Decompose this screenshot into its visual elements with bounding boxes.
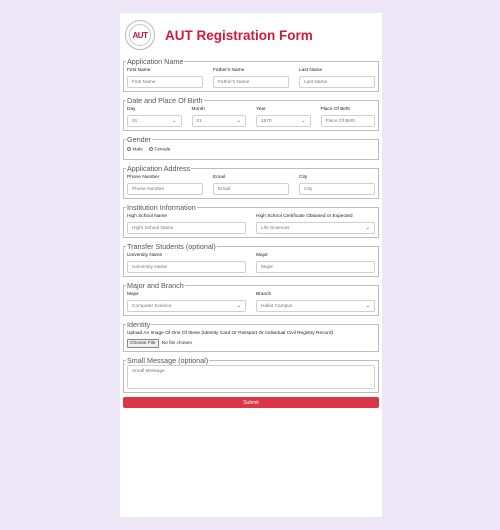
chevron-down-icon: ⌄ [236,118,241,124]
address-section: Application Address Phone Number Phone N… [123,164,379,199]
fathers-name-label: Father's Name [213,68,245,73]
transfer-section: Transfer Students (optional) University … [123,242,379,277]
section-legend: Application Address [127,164,191,173]
university-label: University Name [127,253,163,258]
month-select[interactable]: 01 ⌄ [191,115,246,127]
section-legend: Major and Branch [127,281,184,290]
section-legend: Transfer Students (optional) [127,242,216,251]
certificate-label: High School Certificate Obtained or Expe… [256,214,353,219]
chevron-down-icon: ⌄ [365,303,370,309]
certificate-value: Life Sciences [261,225,290,231]
logo-seal: AUT [129,24,151,46]
section-legend: Small Message (optional) [127,356,209,365]
section-legend: Application Name [127,57,184,66]
fathers-name-input[interactable]: Father's Name [213,76,289,88]
section-legend: Date and Place Of Birth [127,96,203,105]
day-select[interactable]: 01 ⌄ [127,115,182,127]
birth-section: Date and Place Of Birth Day 01 ⌄ Month 01… [123,96,379,131]
radio-icon[interactable] [148,147,153,152]
file-status: No file chosen [161,341,193,346]
major-label: Major [127,292,139,297]
day-value: 01 [132,118,138,124]
first-name-input[interactable]: First Name [127,76,203,88]
gender-option-male[interactable]: Male [127,147,143,153]
branch-select[interactable]: Hallat Campus ⌄ [256,300,375,312]
university-logo: AUT [125,20,155,50]
month-value: 01 [196,118,202,124]
radio-icon[interactable] [127,147,131,152]
transfer-major-input[interactable]: Major [256,261,375,273]
gender-male-label: Male [132,147,143,153]
university-input[interactable]: University Name [127,261,246,273]
city-label: City [299,175,308,180]
chevron-down-icon: ⌄ [172,118,177,124]
gender-female-label: Female [154,147,171,153]
month-label: Month [191,107,205,112]
identity-section: Identity Upload An Image Of One Of these… [123,320,379,352]
year-value: 1970 [261,118,272,124]
section-legend: Gender [127,135,151,144]
choose-file-button[interactable]: Choose File [127,339,159,348]
place-of-birth-input[interactable]: Place Of Birth [320,115,375,127]
high-school-input[interactable]: Hight School Name [127,222,246,234]
major-value: Computer Science [132,303,172,309]
gender-option-female[interactable]: Female [148,147,171,153]
resize-grip-icon[interactable]: ⟋ [370,382,373,387]
phone-input[interactable]: Phone Number [127,183,203,195]
certificate-select[interactable]: Life Sciences ⌄ [256,222,375,234]
registration-form: AUT AUT Registration Form Application Na… [120,13,382,517]
last-name-label: Last Name [299,68,323,73]
section-legend: Identity [127,320,151,329]
institution-section: Institution Information High School Name… [123,203,379,238]
email-input[interactable]: Email [213,183,289,195]
major-select[interactable]: Computer Science ⌄ [127,300,246,312]
year-label: Year [256,107,266,112]
transfer-major-label: Major [256,253,268,258]
upload-label: Upload An Image Of One Of these (Identit… [127,331,334,336]
day-label: Day [127,107,136,112]
submit-button[interactable]: Submit [123,397,379,408]
chevron-down-icon: ⌄ [301,118,306,124]
application-name-section: Application Name First Name First Name F… [123,57,379,92]
gender-section: Gender Male Female [123,135,379,160]
place-of-birth-label: Place Of Birth [320,107,351,112]
year-select[interactable]: 1970 ⌄ [256,115,311,127]
message-section: Small Message (optional) Small Message ⟋ [123,356,379,393]
high-school-label: High School Name [127,214,167,219]
logo-text: AUT [132,30,148,40]
phone-label: Phone Number [127,175,160,180]
message-textarea[interactable]: Small Message ⟋ [127,365,375,389]
city-input[interactable]: City [299,183,375,195]
first-name-label: First Name [127,68,151,73]
chevron-down-icon: ⌄ [236,303,241,309]
chevron-down-icon: ⌄ [365,225,370,231]
form-header: AUT AUT Registration Form [123,17,379,53]
last-name-input[interactable]: Last Name [299,76,375,88]
email-label: Email [213,175,225,180]
page-title: AUT Registration Form [165,27,313,43]
major-branch-section: Major and Branch Major Computer Science ⌄… [123,281,379,316]
message-placeholder: Small Message [132,369,165,374]
section-legend: Institution Information [127,203,196,212]
branch-label: Branch [256,292,272,297]
branch-value: Hallat Campus [261,303,293,309]
